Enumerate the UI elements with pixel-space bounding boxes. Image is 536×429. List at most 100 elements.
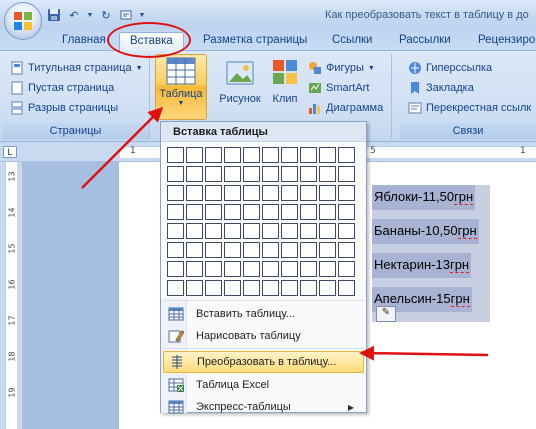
grid-cell[interactable] (338, 166, 355, 182)
grid-cell[interactable] (281, 147, 298, 163)
grid-cell[interactable] (205, 185, 222, 201)
grid-cell[interactable] (338, 147, 355, 163)
grid-cell[interactable] (243, 147, 260, 163)
grid-cell[interactable] (243, 242, 260, 258)
grid-cell[interactable] (167, 204, 184, 220)
grid-cell[interactable] (338, 242, 355, 258)
grid-cell[interactable] (300, 280, 317, 296)
qat-more-icon[interactable]: ▼ (138, 7, 146, 23)
grid-cell[interactable] (338, 223, 355, 239)
grid-cell[interactable] (319, 242, 336, 258)
cover-page-button[interactable]: Титульная страница ▼ (10, 58, 143, 78)
grid-cell[interactable] (167, 147, 184, 163)
blank-page-button[interactable]: Пустая страница (10, 78, 114, 98)
convert-to-table-item[interactable]: Преобразовать в таблицу... (163, 351, 364, 373)
grid-cell[interactable] (205, 261, 222, 277)
document-line[interactable]: Нектарин-13грн (372, 253, 472, 278)
grid-cell[interactable] (224, 185, 241, 201)
grid-cell[interactable] (338, 204, 355, 220)
grid-cell[interactable] (205, 204, 222, 220)
grid-cell[interactable] (186, 147, 203, 163)
table-button[interactable]: Таблица ▼ (155, 54, 207, 120)
grid-cell[interactable] (205, 223, 222, 239)
grid-cell[interactable] (205, 147, 222, 163)
grid-cell[interactable] (338, 185, 355, 201)
grid-cell[interactable] (167, 166, 184, 182)
grid-cell[interactable] (319, 166, 336, 182)
grid-cell[interactable] (300, 223, 317, 239)
grid-cell[interactable] (281, 166, 298, 182)
grid-cell[interactable] (319, 147, 336, 163)
grid-cell[interactable] (319, 261, 336, 277)
undo-dropdown-icon[interactable]: ▼ (86, 7, 94, 23)
tab-page-layout[interactable]: Разметка страницы (203, 32, 307, 51)
grid-cell[interactable] (205, 280, 222, 296)
grid-cell[interactable] (224, 261, 241, 277)
tab-review[interactable]: Рецензиро (478, 32, 535, 51)
grid-cell[interactable] (300, 147, 317, 163)
shapes-button[interactable]: Фигуры ▼ (308, 58, 375, 78)
grid-cell[interactable] (281, 261, 298, 277)
grid-cell[interactable] (205, 166, 222, 182)
grid-cell[interactable] (319, 204, 336, 220)
grid-cell[interactable] (224, 223, 241, 239)
cross-reference-button[interactable]: Перекрестная ссылк (408, 98, 531, 118)
grid-cell[interactable] (281, 204, 298, 220)
paste-options-icon[interactable]: ✎ (376, 306, 396, 322)
tab-home[interactable]: Главная (62, 32, 106, 51)
grid-cell[interactable] (243, 280, 260, 296)
undo-icon[interactable]: ↶ (66, 7, 82, 23)
grid-cell[interactable] (300, 204, 317, 220)
grid-cell[interactable] (262, 261, 279, 277)
excel-table-item[interactable]: Таблица Excel (163, 374, 364, 396)
tab-references[interactable]: Ссылки (332, 32, 373, 51)
smartart-button[interactable]: SmartArt (308, 78, 369, 98)
insert-table-item[interactable]: Вставить таблицу... (163, 303, 364, 325)
save-icon[interactable] (46, 7, 62, 23)
grid-cell[interactable] (319, 280, 336, 296)
grid-cell[interactable] (224, 280, 241, 296)
grid-cell[interactable] (243, 261, 260, 277)
grid-cell[interactable] (186, 166, 203, 182)
grid-cell[interactable] (186, 242, 203, 258)
customize-icon[interactable] (118, 7, 134, 23)
tab-insert[interactable]: Вставка (119, 32, 184, 51)
grid-cell[interactable] (224, 204, 241, 220)
grid-cell[interactable] (281, 185, 298, 201)
grid-cell[interactable] (262, 242, 279, 258)
grid-cell[interactable] (300, 261, 317, 277)
grid-cell[interactable] (319, 223, 336, 239)
grid-cell[interactable] (338, 280, 355, 296)
grid-cell[interactable] (281, 242, 298, 258)
grid-cell[interactable] (243, 185, 260, 201)
grid-cell[interactable] (338, 261, 355, 277)
grid-cell[interactable] (167, 242, 184, 258)
grid-cell[interactable] (186, 280, 203, 296)
grid-cell[interactable] (319, 185, 336, 201)
grid-cell[interactable] (224, 147, 241, 163)
chart-button[interactable]: Диаграмма (308, 98, 383, 118)
grid-cell[interactable] (205, 242, 222, 258)
grid-cell[interactable] (186, 223, 203, 239)
grid-cell[interactable] (186, 261, 203, 277)
clip-button[interactable]: Клип (270, 58, 300, 105)
tab-selector-button[interactable]: L (3, 146, 17, 158)
redo-icon[interactable]: ↻ (98, 7, 114, 23)
grid-cell[interactable] (300, 242, 317, 258)
grid-cell[interactable] (262, 166, 279, 182)
grid-cell[interactable] (262, 185, 279, 201)
grid-cell[interactable] (243, 223, 260, 239)
bookmark-button[interactable]: Закладка (408, 78, 474, 98)
grid-cell[interactable] (167, 223, 184, 239)
tab-mailings[interactable]: Рассылки (399, 32, 451, 51)
grid-cell[interactable] (167, 261, 184, 277)
grid-cell[interactable] (243, 204, 260, 220)
document-line[interactable]: Бананы-10,50грн (372, 219, 479, 244)
picture-button[interactable]: Рисунок (218, 58, 262, 105)
quick-tables-item[interactable]: Экспресс-таблицы ▶ (163, 396, 364, 418)
grid-cell[interactable] (224, 242, 241, 258)
grid-cell[interactable] (262, 204, 279, 220)
grid-cell[interactable] (262, 223, 279, 239)
grid-cell[interactable] (167, 185, 184, 201)
grid-cell[interactable] (262, 147, 279, 163)
